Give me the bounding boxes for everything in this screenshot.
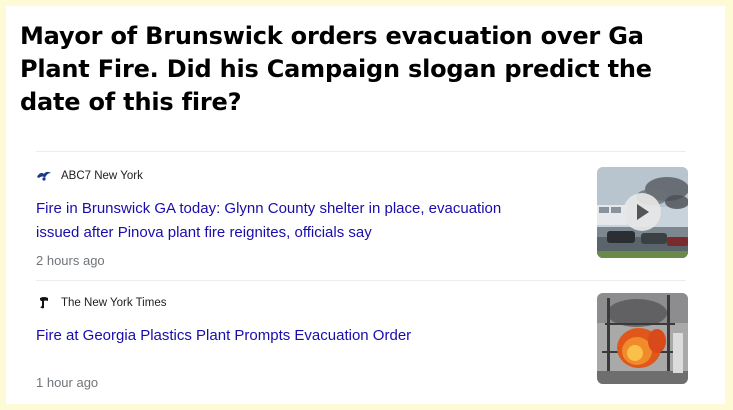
article-timestamp: 2 hours ago (36, 253, 105, 268)
fire-thumbnail[interactable] (597, 293, 688, 384)
article-source: The New York Times (36, 295, 166, 311)
divider (36, 151, 686, 152)
video-thumbnail[interactable] (597, 167, 688, 258)
source-name: ABC7 New York (61, 170, 143, 182)
divider (36, 280, 686, 281)
source-name: The New York Times (61, 297, 167, 309)
article-title-link[interactable]: Fire at Georgia Plastics Plant Prompts E… (36, 324, 546, 348)
article-source: ABC7 New York (36, 168, 143, 184)
headline: Mayor of Brunswick orders evacuation ove… (20, 22, 652, 116)
play-icon[interactable] (623, 193, 661, 231)
news-card: Mayor of Brunswick orders evacuation ove… (6, 6, 725, 404)
nyt-logo-icon (36, 296, 52, 310)
news-article-abc7[interactable]: ABC7 New York Fire in Brunswick GA today… (36, 166, 688, 274)
abc7-logo-icon (36, 169, 52, 183)
news-article-nyt[interactable]: The New York Times Fire at Georgia Plast… (36, 293, 688, 401)
article-title-link[interactable]: Fire in Brunswick GA today: Glynn County… (36, 197, 546, 244)
article-timestamp: 1 hour ago (36, 375, 99, 390)
